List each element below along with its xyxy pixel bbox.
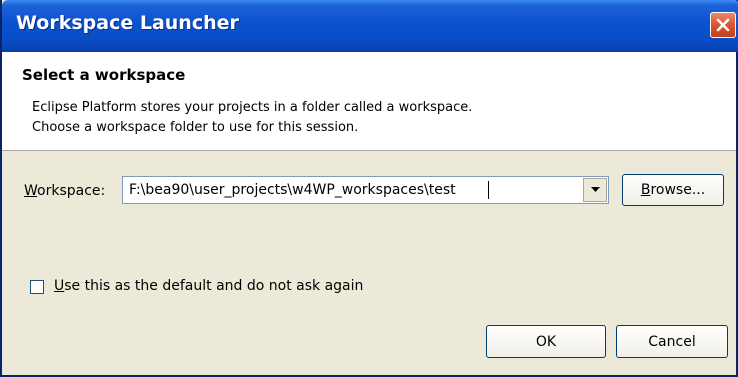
header-panel: Select a workspace Eclipse Platform stor… [2,52,736,151]
cancel-button[interactable]: Cancel [616,325,728,358]
browse-button[interactable]: Browse... [622,174,724,206]
description-line-1: Eclipse Platform stores your projects in… [32,100,473,115]
default-workspace-checkbox[interactable] [30,280,44,294]
workspace-label: Workspace: [24,183,106,199]
header-description: Eclipse Platform stores your projects in… [32,98,472,138]
window-title: Workspace Launcher [16,12,239,34]
workspace-launcher-dialog: Workspace Launcher Select a workspace Ec… [0,0,738,377]
header-title: Select a workspace [22,66,186,84]
ok-button[interactable]: OK [486,325,606,358]
workspace-path-input[interactable]: F:\bea90\user_projects\w4WP_workspaces\t… [129,182,456,198]
close-button[interactable] [710,12,736,38]
chevron-down-icon [590,187,600,192]
description-line-2: Choose a workspace folder to use for thi… [32,120,359,135]
text-caret [488,181,489,199]
close-icon [716,18,730,32]
default-checkbox-label[interactable]: Use this as the default and do not ask a… [54,278,363,294]
title-bar[interactable]: Workspace Launcher [2,0,738,52]
workspace-dropdown-button[interactable] [583,178,607,202]
workspace-combo[interactable]: F:\bea90\user_projects\w4WP_workspaces\t… [122,176,609,204]
